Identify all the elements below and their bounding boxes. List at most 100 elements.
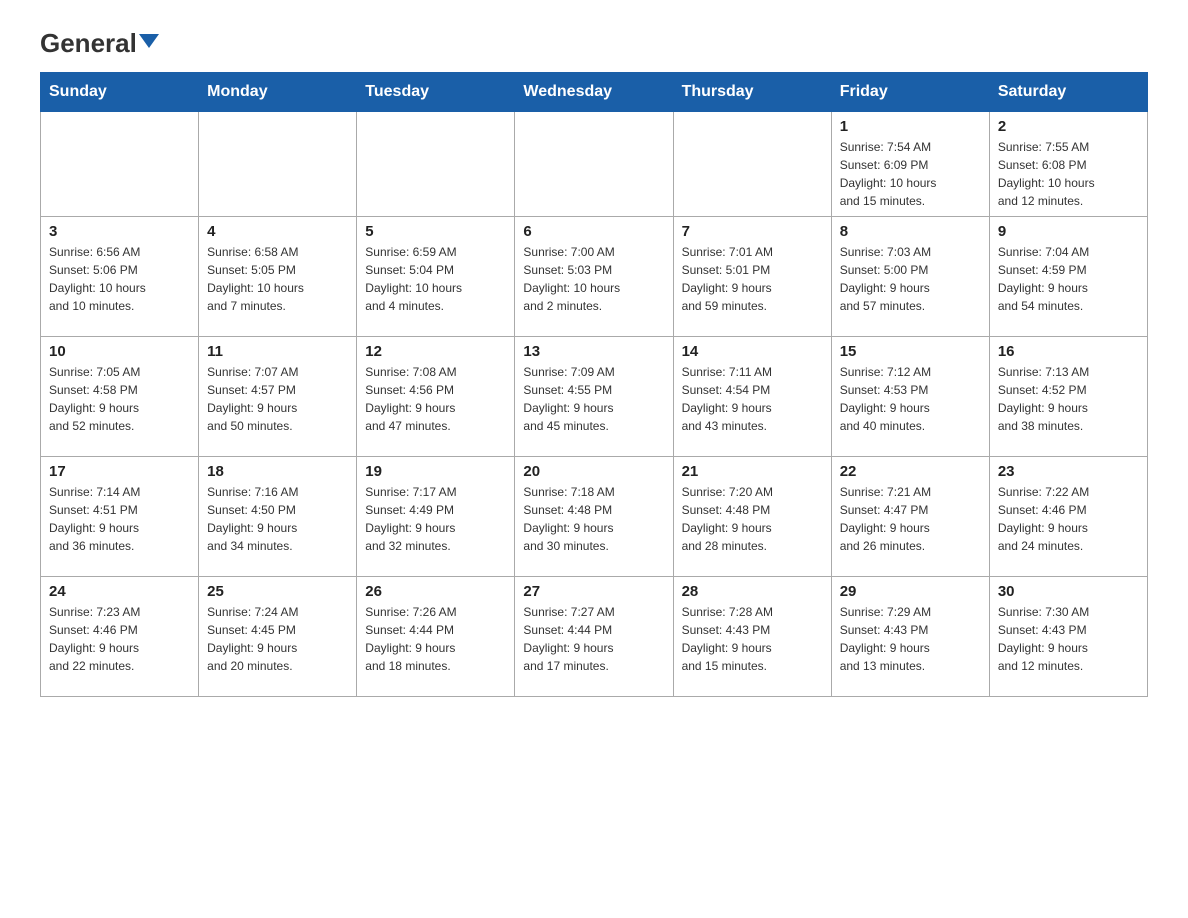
day-info: Sunrise: 6:58 AM Sunset: 5:05 PM Dayligh… bbox=[207, 243, 348, 315]
day-info: Sunrise: 7:05 AM Sunset: 4:58 PM Dayligh… bbox=[49, 363, 190, 435]
calendar-cell: 5Sunrise: 6:59 AM Sunset: 5:04 PM Daylig… bbox=[357, 217, 515, 337]
calendar-cell: 23 Sunrise: 7:22 AM Sunset: 4:46 PM Dayli… bbox=[989, 457, 1147, 577]
day-info: Sunrise: 7:21 AM Sunset: 4:47 PM Dayligh… bbox=[840, 483, 981, 555]
logo-triangle-icon bbox=[139, 34, 159, 48]
day-number: 16 bbox=[998, 343, 1139, 360]
calendar-cell: 8 Sunrise: 7:03 AM Sunset: 5:00 PM Daylig… bbox=[831, 217, 989, 337]
page-header: General bbox=[40, 30, 1148, 52]
calendar-week-row: 17 Sunrise: 7:14 AM Sunset: 4:51 PM Dayli… bbox=[41, 457, 1148, 577]
day-info: Sunrise: 7:22 AM Sunset: 4:46 PM Dayligh… bbox=[998, 483, 1139, 555]
calendar-cell: 28 Sunrise: 7:28 AM Sunset: 4:43 PM Dayli… bbox=[673, 577, 831, 697]
calendar-cell: 16 Sunrise: 7:13 AM Sunset: 4:52 PM Dayli… bbox=[989, 337, 1147, 457]
day-info: Sunrise: 7:20 AM Sunset: 4:48 PM Dayligh… bbox=[682, 483, 823, 555]
calendar-cell: 12Sunrise: 7:08 AM Sunset: 4:56 PM Dayli… bbox=[357, 337, 515, 457]
calendar-cell: 10 Sunrise: 7:05 AM Sunset: 4:58 PM Dayli… bbox=[41, 337, 199, 457]
day-number: 23 bbox=[998, 463, 1139, 480]
day-number: 7 bbox=[682, 223, 823, 240]
day-header-monday: Monday bbox=[199, 73, 357, 112]
day-number: 17 bbox=[49, 463, 190, 480]
day-number: 9 bbox=[998, 223, 1139, 240]
calendar-cell: 19Sunrise: 7:17 AM Sunset: 4:49 PM Dayli… bbox=[357, 457, 515, 577]
calendar-cell: 21 Sunrise: 7:20 AM Sunset: 4:48 PM Dayli… bbox=[673, 457, 831, 577]
calendar-cell: 29Sunrise: 7:29 AM Sunset: 4:43 PM Dayli… bbox=[831, 577, 989, 697]
logo: General bbox=[40, 30, 159, 52]
day-info: Sunrise: 7:03 AM Sunset: 5:00 PM Dayligh… bbox=[840, 243, 981, 315]
calendar-cell: 14 Sunrise: 7:11 AM Sunset: 4:54 PM Dayli… bbox=[673, 337, 831, 457]
day-number: 1 bbox=[840, 118, 981, 135]
calendar-cell bbox=[673, 112, 831, 217]
calendar-cell: 13 Sunrise: 7:09 AM Sunset: 4:55 PM Dayli… bbox=[515, 337, 673, 457]
day-header-friday: Friday bbox=[831, 73, 989, 112]
calendar-cell: 2 Sunrise: 7:55 AM Sunset: 6:08 PM Daylig… bbox=[989, 112, 1147, 217]
day-number: 13 bbox=[523, 343, 664, 360]
day-info: Sunrise: 6:56 AM Sunset: 5:06 PM Dayligh… bbox=[49, 243, 190, 315]
day-info: Sunrise: 7:09 AM Sunset: 4:55 PM Dayligh… bbox=[523, 363, 664, 435]
day-number: 6 bbox=[523, 223, 664, 240]
day-info: Sunrise: 7:54 AM Sunset: 6:09 PM Dayligh… bbox=[840, 138, 981, 210]
calendar-header-row: SundayMondayTuesdayWednesdayThursdayFrid… bbox=[41, 73, 1148, 112]
day-info: Sunrise: 7:14 AM Sunset: 4:51 PM Dayligh… bbox=[49, 483, 190, 555]
day-header-saturday: Saturday bbox=[989, 73, 1147, 112]
day-number: 10 bbox=[49, 343, 190, 360]
day-info: Sunrise: 7:00 AM Sunset: 5:03 PM Dayligh… bbox=[523, 243, 664, 315]
calendar-cell: 3Sunrise: 6:56 AM Sunset: 5:06 PM Daylig… bbox=[41, 217, 199, 337]
calendar-cell: 15Sunrise: 7:12 AM Sunset: 4:53 PM Dayli… bbox=[831, 337, 989, 457]
day-header-wednesday: Wednesday bbox=[515, 73, 673, 112]
calendar-cell: 26 Sunrise: 7:26 AM Sunset: 4:44 PM Dayli… bbox=[357, 577, 515, 697]
day-info: Sunrise: 7:11 AM Sunset: 4:54 PM Dayligh… bbox=[682, 363, 823, 435]
day-number: 30 bbox=[998, 583, 1139, 600]
calendar-cell bbox=[199, 112, 357, 217]
calendar-week-row: 3Sunrise: 6:56 AM Sunset: 5:06 PM Daylig… bbox=[41, 217, 1148, 337]
day-number: 29 bbox=[840, 583, 981, 600]
day-header-thursday: Thursday bbox=[673, 73, 831, 112]
day-number: 26 bbox=[365, 583, 506, 600]
day-info: Sunrise: 7:16 AM Sunset: 4:50 PM Dayligh… bbox=[207, 483, 348, 555]
calendar-cell: 27 Sunrise: 7:27 AM Sunset: 4:44 PM Dayli… bbox=[515, 577, 673, 697]
day-number: 28 bbox=[682, 583, 823, 600]
calendar-week-row: 1 Sunrise: 7:54 AM Sunset: 6:09 PM Daylig… bbox=[41, 112, 1148, 217]
day-info: Sunrise: 7:18 AM Sunset: 4:48 PM Dayligh… bbox=[523, 483, 664, 555]
day-info: Sunrise: 7:55 AM Sunset: 6:08 PM Dayligh… bbox=[998, 138, 1139, 210]
day-number: 8 bbox=[840, 223, 981, 240]
calendar-cell bbox=[357, 112, 515, 217]
day-info: Sunrise: 7:13 AM Sunset: 4:52 PM Dayligh… bbox=[998, 363, 1139, 435]
day-info: Sunrise: 6:59 AM Sunset: 5:04 PM Dayligh… bbox=[365, 243, 506, 315]
day-info: Sunrise: 7:08 AM Sunset: 4:56 PM Dayligh… bbox=[365, 363, 506, 435]
day-number: 27 bbox=[523, 583, 664, 600]
day-number: 18 bbox=[207, 463, 348, 480]
day-info: Sunrise: 7:23 AM Sunset: 4:46 PM Dayligh… bbox=[49, 603, 190, 675]
day-number: 15 bbox=[840, 343, 981, 360]
logo-line1: General bbox=[40, 30, 159, 56]
calendar-cell: 4 Sunrise: 6:58 AM Sunset: 5:05 PM Daylig… bbox=[199, 217, 357, 337]
calendar-cell: 6 Sunrise: 7:00 AM Sunset: 5:03 PM Daylig… bbox=[515, 217, 673, 337]
calendar-cell: 1 Sunrise: 7:54 AM Sunset: 6:09 PM Daylig… bbox=[831, 112, 989, 217]
calendar-cell: 18 Sunrise: 7:16 AM Sunset: 4:50 PM Dayli… bbox=[199, 457, 357, 577]
calendar-week-row: 10 Sunrise: 7:05 AM Sunset: 4:58 PM Dayli… bbox=[41, 337, 1148, 457]
calendar-cell: 30 Sunrise: 7:30 AM Sunset: 4:43 PM Dayli… bbox=[989, 577, 1147, 697]
calendar-cell bbox=[41, 112, 199, 217]
day-info: Sunrise: 7:28 AM Sunset: 4:43 PM Dayligh… bbox=[682, 603, 823, 675]
calendar-cell bbox=[515, 112, 673, 217]
day-number: 14 bbox=[682, 343, 823, 360]
day-info: Sunrise: 7:26 AM Sunset: 4:44 PM Dayligh… bbox=[365, 603, 506, 675]
day-number: 20 bbox=[523, 463, 664, 480]
calendar-cell: 22 Sunrise: 7:21 AM Sunset: 4:47 PM Dayli… bbox=[831, 457, 989, 577]
day-number: 22 bbox=[840, 463, 981, 480]
day-info: Sunrise: 7:04 AM Sunset: 4:59 PM Dayligh… bbox=[998, 243, 1139, 315]
calendar-table: SundayMondayTuesdayWednesdayThursdayFrid… bbox=[40, 72, 1148, 697]
calendar-cell: 9 Sunrise: 7:04 AM Sunset: 4:59 PM Daylig… bbox=[989, 217, 1147, 337]
day-header-sunday: Sunday bbox=[41, 73, 199, 112]
day-info: Sunrise: 7:01 AM Sunset: 5:01 PM Dayligh… bbox=[682, 243, 823, 315]
calendar-cell: 24 Sunrise: 7:23 AM Sunset: 4:46 PM Dayli… bbox=[41, 577, 199, 697]
day-info: Sunrise: 7:07 AM Sunset: 4:57 PM Dayligh… bbox=[207, 363, 348, 435]
calendar-week-row: 24 Sunrise: 7:23 AM Sunset: 4:46 PM Dayli… bbox=[41, 577, 1148, 697]
day-header-tuesday: Tuesday bbox=[357, 73, 515, 112]
day-number: 4 bbox=[207, 223, 348, 240]
day-number: 21 bbox=[682, 463, 823, 480]
day-number: 24 bbox=[49, 583, 190, 600]
day-info: Sunrise: 7:24 AM Sunset: 4:45 PM Dayligh… bbox=[207, 603, 348, 675]
day-info: Sunrise: 7:27 AM Sunset: 4:44 PM Dayligh… bbox=[523, 603, 664, 675]
day-number: 2 bbox=[998, 118, 1139, 135]
calendar-cell: 7 Sunrise: 7:01 AM Sunset: 5:01 PM Daylig… bbox=[673, 217, 831, 337]
day-info: Sunrise: 7:30 AM Sunset: 4:43 PM Dayligh… bbox=[998, 603, 1139, 675]
